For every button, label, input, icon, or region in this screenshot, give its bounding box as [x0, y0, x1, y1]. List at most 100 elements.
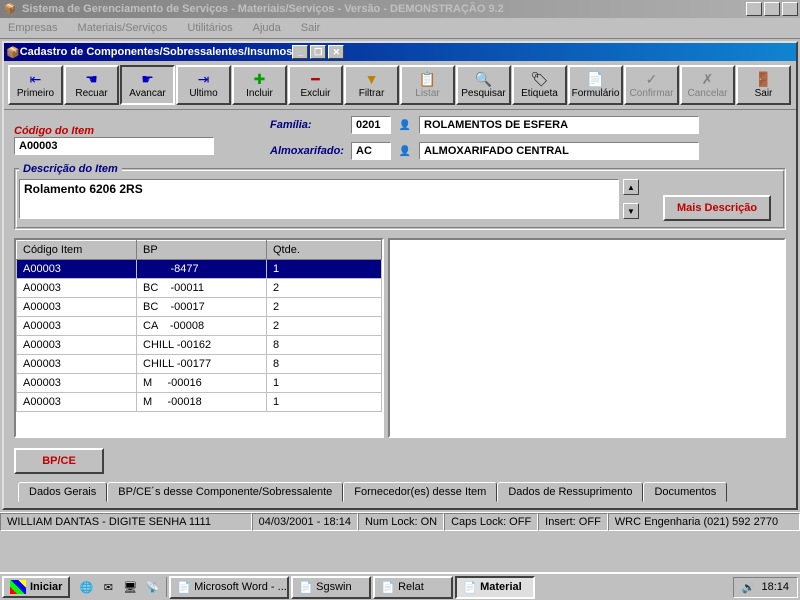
excluir-button[interactable]: ━Excluir [288, 65, 343, 105]
cancelar-button: ✗Cancelar [680, 65, 735, 105]
windows-logo-icon [10, 580, 26, 594]
table-row[interactable]: A00003BC -000112 [17, 279, 382, 298]
recuar-button[interactable]: ☚Recuar [64, 65, 119, 105]
descricao-input[interactable]: Rolamento 6206 2RS [19, 179, 619, 219]
avancar-button[interactable]: ☛Avancar [120, 65, 175, 105]
statusbar: WILLIAM DANTAS - DIGITE SENHA 1111 04/03… [0, 512, 800, 531]
tabs: Dados Gerais BP/CE´s desse Componente/So… [14, 482, 786, 502]
tab-dados-gerais[interactable]: Dados Gerais [18, 482, 107, 502]
child-titlebar: 📦 Cadastro de Componentes/Sobressalentes… [4, 43, 796, 61]
child-restore-button[interactable]: ❐ [310, 45, 326, 59]
ql-outlook-icon[interactable]: ✉ [98, 577, 118, 597]
ql-desktop-icon[interactable]: 🖥 [120, 577, 140, 597]
menubar: Empresas Materiais/Serviços Utilitários … [0, 18, 800, 39]
status-user: WILLIAM DANTAS - DIGITE SENHA 1111 [0, 513, 252, 531]
main-titlebar: 📦 Sistema de Gerenciamento de Serviços -… [0, 0, 800, 18]
plus-icon: ✚ [254, 71, 266, 87]
tray-clock: 18:14 [761, 581, 789, 593]
app-icon: 📦 [2, 1, 18, 17]
familia-lookup-icon[interactable]: 👤 [397, 117, 413, 133]
scroll-up-icon[interactable]: ▲ [623, 179, 639, 195]
tray-volume-icon[interactable]: 🔊 [742, 581, 756, 594]
status-insert: Insert: OFF [538, 513, 608, 531]
etiqueta-button[interactable]: 🏷Etiqueta [512, 65, 567, 105]
tab-fornecedor[interactable]: Fornecedor(es) desse Item [343, 482, 497, 502]
almox-code: AC [351, 142, 391, 160]
form-icon: 📄 [587, 71, 604, 87]
restore-button[interactable]: ❐ [764, 2, 780, 16]
taskbar-item[interactable]: 📄Microsoft Word - ... [169, 576, 289, 599]
prev-icon: ☚ [85, 71, 98, 87]
main-title: Sistema de Gerenciamento de Serviços - M… [22, 3, 746, 15]
listar-button: 📋Listar [400, 65, 455, 105]
table-row[interactable]: A00003BC -000172 [17, 298, 382, 317]
menu-materiais[interactable]: Materiais/Serviços [74, 20, 172, 36]
bp-table[interactable]: Código Item BP Qtde. A00003 -84771A00003… [14, 238, 384, 438]
child-minimize-button[interactable]: _ [292, 45, 308, 59]
menu-ajuda[interactable]: Ajuda [249, 20, 285, 36]
ql-channels-icon[interactable]: 📡 [142, 577, 162, 597]
menu-sair[interactable]: Sair [297, 20, 325, 36]
quick-launch: 🌐 ✉ 🖥 📡 [72, 577, 167, 597]
incluir-button[interactable]: ✚Incluir [232, 65, 287, 105]
col-codigo[interactable]: Código Item [17, 241, 137, 260]
minus-icon: ━ [311, 71, 319, 87]
system-tray: 🔊 18:14 [733, 577, 798, 598]
child-close-button[interactable]: ✕ [328, 45, 344, 59]
col-qtde[interactable]: Qtde. [267, 241, 382, 260]
table-row[interactable]: A00003CHILL -001778 [17, 355, 382, 374]
table-row[interactable]: A00003CA -000082 [17, 317, 382, 336]
descricao-group: Descrição do Item Rolamento 6206 2RS ▲ ▼… [14, 168, 786, 230]
scroll-down-icon[interactable]: ▼ [623, 203, 639, 219]
status-capslock: Caps Lock: OFF [444, 513, 538, 531]
child-icon: 📦 [6, 46, 20, 59]
toolbar: ⇤Primeiro ☚Recuar ☛Avancar ⇥Ultimo ✚Incl… [4, 61, 796, 110]
formulario-button[interactable]: 📄Formulário [568, 65, 623, 105]
table-detail-panel [388, 238, 786, 438]
confirmar-button: ✓Confirmar [624, 65, 679, 105]
table-row[interactable]: A00003M -000161 [17, 374, 382, 393]
sair-button[interactable]: 🚪Sair [736, 65, 791, 105]
tab-bpce[interactable]: BP/CE´s desse Componente/Sobressalente [107, 482, 343, 502]
codigo-label: Código do Item [14, 125, 214, 137]
exit-icon: 🚪 [755, 71, 772, 87]
taskbar-item[interactable]: 📄Sgswin [291, 576, 371, 599]
status-datetime: 04/03/2001 - 18:14 [252, 513, 358, 531]
filtrar-button[interactable]: ▼Filtrar [344, 65, 399, 105]
menu-empresas[interactable]: Empresas [4, 20, 62, 36]
check-icon: ✓ [646, 71, 658, 87]
minimize-button[interactable]: _ [746, 2, 762, 16]
tab-ressuprimento[interactable]: Dados de Ressuprimento [497, 482, 643, 502]
taskbar-item[interactable]: 📄Material [455, 576, 535, 599]
ql-ie-icon[interactable]: 🌐 [76, 577, 96, 597]
familia-label: Família: [270, 119, 345, 131]
taskbar-item[interactable]: 📄Relat [373, 576, 453, 599]
search-icon: 🔍 [475, 71, 492, 87]
menu-utilitarios[interactable]: Utilitários [183, 20, 236, 36]
first-icon: ⇤ [30, 71, 42, 87]
child-title: Cadastro de Componentes/Sobressalentes/I… [20, 46, 293, 58]
codigo-input[interactable] [14, 137, 214, 155]
close-button[interactable]: ✕ [782, 2, 798, 16]
child-window: 📦 Cadastro de Componentes/Sobressalentes… [2, 41, 798, 510]
almox-lookup-icon[interactable]: 👤 [397, 143, 413, 159]
table-row[interactable]: A00003CHILL -001628 [17, 336, 382, 355]
bpce-button[interactable]: BP/CE [14, 448, 104, 474]
tab-documentos[interactable]: Documentos [643, 482, 727, 502]
table-row[interactable]: A00003M -000181 [17, 393, 382, 412]
primeiro-button[interactable]: ⇤Primeiro [8, 65, 63, 105]
status-numlock: Num Lock: ON [358, 513, 444, 531]
taskbar: Iniciar 🌐 ✉ 🖥 📡 📄Microsoft Word - ...📄Sg… [0, 572, 800, 600]
ultimo-button[interactable]: ⇥Ultimo [176, 65, 231, 105]
filter-icon: ▼ [365, 71, 379, 87]
next-icon: ☛ [141, 71, 154, 87]
status-company: WRC Engenharia (021) 592 2770 [608, 513, 800, 531]
pesquisar-button[interactable]: 🔍Pesquisar [456, 65, 511, 105]
start-button[interactable]: Iniciar [2, 576, 70, 598]
col-bp[interactable]: BP [137, 241, 267, 260]
descricao-label: Descrição do Item [19, 163, 122, 175]
last-icon: ⇥ [198, 71, 210, 87]
mais-descricao-button[interactable]: Mais Descrição [663, 195, 771, 221]
almox-label: Almoxarifado: [270, 145, 345, 157]
table-row[interactable]: A00003 -84771 [17, 260, 382, 279]
